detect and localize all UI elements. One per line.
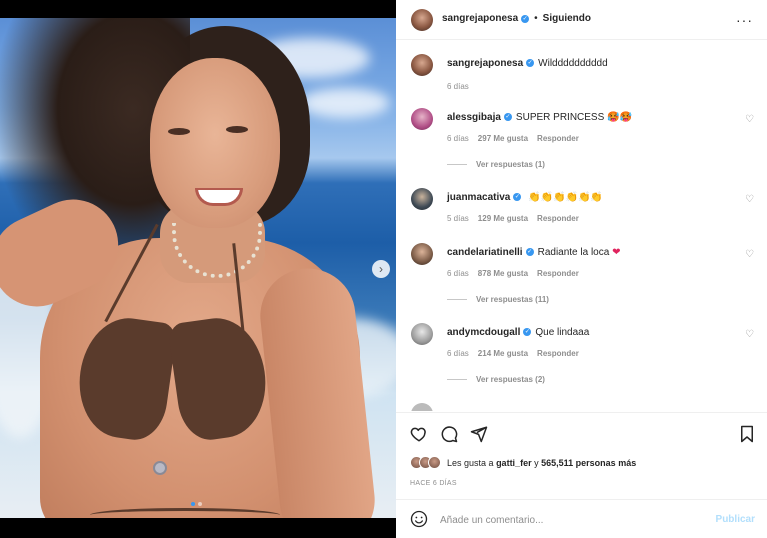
comment-likes[interactable]: 878 Me gusta [478, 269, 528, 278]
comment-username[interactable]: alessgibaja [447, 112, 501, 123]
carousel-indicator [191, 502, 202, 506]
heart-icon[interactable] [410, 425, 428, 443]
replies-dash [447, 164, 467, 165]
carousel-dot-active [191, 502, 195, 506]
comment-username[interactable]: candelariatinelli [447, 247, 523, 258]
commenter-avatar[interactable] [411, 243, 433, 265]
reply-button[interactable]: Responder [537, 214, 579, 223]
comment-time: 6 días [447, 349, 469, 358]
likes-count[interactable]: 565,511 [541, 458, 573, 468]
post-timestamp[interactable]: HACE 6 DÍAS [410, 480, 457, 487]
clapping-emoji: 👏👏👏👏👏👏 [528, 192, 603, 203]
caption-time: 6 días [447, 82, 469, 91]
comment-text: SUPER PRINCESS [515, 112, 605, 123]
view-replies-label: Ver respuestas (11) [476, 295, 549, 304]
instagram-post-view: › sangrejaponesa ✓ • Siguiendo ··· sangr… [0, 0, 767, 538]
commenter-avatar[interactable] [411, 108, 433, 130]
caption-username[interactable]: sangrejaponesa [447, 58, 523, 69]
comment-username[interactable]: juanmacativa [447, 192, 510, 203]
comment-text: Que lindaaa [535, 327, 590, 338]
caption-text: Wildddddddddd [538, 58, 608, 69]
verified-badge-icon: ✓ [526, 59, 535, 68]
liker-avatars [410, 456, 441, 469]
view-replies-label: Ver respuestas (2) [476, 375, 545, 384]
carousel-dot [198, 502, 202, 506]
comment-username[interactable]: andymcdougall [447, 327, 520, 338]
like-comment-heart-icon[interactable]: ♡ [745, 329, 754, 340]
likes-suffix[interactable]: personas más [576, 458, 637, 468]
post-actions: Les gusta a gatti_fer y 565,511 personas… [396, 412, 767, 538]
following-button[interactable]: Siguiendo [543, 13, 591, 24]
replies-dash [447, 299, 467, 300]
reply-button[interactable]: Responder [537, 269, 579, 278]
comment-time: 6 días [447, 134, 469, 143]
replies-dash [447, 379, 467, 380]
likes-summary[interactable]: Les gusta a gatti_fer y 565,511 personas… [410, 456, 636, 469]
author-avatar[interactable] [411, 9, 433, 31]
reply-button[interactable]: Responder [537, 134, 579, 143]
post-side-panel: sangrejaponesa ✓ • Siguiendo ··· sangrej… [396, 0, 767, 538]
verified-badge-icon: ✓ [503, 113, 512, 122]
comments-list[interactable]: sangrejaponesa ✓ Wildddddddddd 6 días ales… [396, 41, 767, 411]
caption-avatar[interactable] [411, 54, 433, 76]
bookmark-icon[interactable] [739, 425, 755, 446]
comment-composer: Publicar [396, 499, 767, 538]
chevron-right-icon: › [379, 262, 383, 276]
carousel-next-button[interactable]: › [372, 260, 390, 278]
comment-time: 5 días [447, 214, 469, 223]
view-replies-button[interactable]: Ver respuestas (2) [447, 375, 545, 384]
comment-icon[interactable] [440, 425, 458, 443]
more-horizontal-icon[interactable]: ··· [736, 12, 753, 28]
commenter-avatar[interactable] [411, 323, 433, 345]
commenter-avatar[interactable] [411, 188, 433, 210]
view-replies-label: Ver respuestas (1) [476, 160, 545, 169]
like-comment-heart-icon[interactable]: ♡ [745, 194, 754, 205]
comment-likes[interactable]: 214 Me gusta [478, 349, 528, 358]
red-heart-emoji: ❤ [612, 247, 621, 258]
like-comment-heart-icon[interactable]: ♡ [745, 114, 754, 125]
verified-badge-icon: ✓ [525, 248, 534, 257]
comment-likes[interactable]: 297 Me gusta [478, 134, 528, 143]
top-black-bar [0, 0, 396, 18]
bottom-black-bar [0, 518, 396, 538]
publish-button[interactable]: Publicar [716, 514, 755, 525]
verified-badge-icon: ✓ [513, 193, 522, 202]
view-replies-button[interactable]: Ver respuestas (1) [447, 160, 545, 169]
post-photo[interactable] [0, 18, 396, 518]
likes-prefix: Les gusta a [447, 457, 494, 468]
reply-button[interactable]: Responder [537, 349, 579, 358]
author-username[interactable]: sangrejaponesa [442, 13, 518, 24]
liker-username[interactable]: gatti_fer [496, 458, 532, 468]
verified-badge-icon: ✓ [523, 328, 532, 337]
likes-connector: y [534, 457, 539, 468]
commenter-avatar[interactable] [411, 403, 433, 411]
emoji-smile-icon[interactable] [410, 510, 428, 531]
comment-time: 6 días [447, 269, 469, 278]
post-header: sangrejaponesa ✓ • Siguiendo ··· [396, 0, 767, 40]
separator-dot: • [534, 13, 538, 24]
like-comment-heart-icon[interactable]: ♡ [745, 249, 754, 260]
verified-badge-icon: ✓ [521, 14, 530, 23]
share-icon[interactable] [470, 425, 488, 443]
comment-text: Radiante la loca [537, 247, 610, 258]
view-replies-button[interactable]: Ver respuestas (11) [447, 295, 549, 304]
comment-input[interactable] [440, 511, 690, 529]
hot-face-emoji: 🥵🥵 [607, 112, 632, 123]
comment-likes[interactable]: 129 Me gusta [478, 214, 528, 223]
